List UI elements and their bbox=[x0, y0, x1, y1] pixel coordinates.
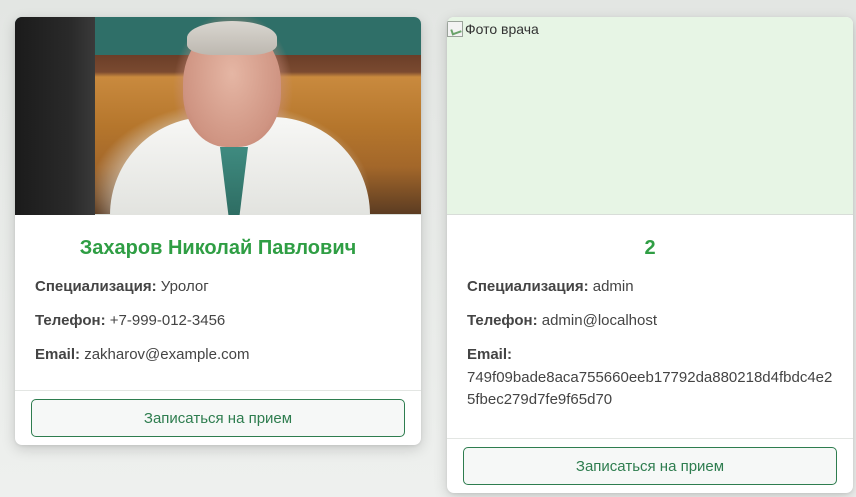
photo-alt-text: Фото врача bbox=[465, 21, 539, 37]
photo-alt: Фото врача bbox=[447, 21, 539, 37]
book-appointment-button[interactable]: Записаться на прием bbox=[31, 399, 405, 437]
specialization-value: Уролог bbox=[160, 278, 209, 295]
doctor-name: 2 bbox=[644, 237, 656, 259]
doctor-card: Фото врача 2 Специализация: admin Телефо… bbox=[447, 17, 853, 493]
broken-image-icon bbox=[447, 21, 463, 37]
specialization-label: Специализация: bbox=[35, 278, 157, 295]
doctor-card: Захаров Николай Павлович Специализация: … bbox=[15, 17, 421, 445]
doctor-list: Захаров Николай Павлович Специализация: … bbox=[0, 0, 856, 497]
email-value: 749f09bade8aca755660eeb17792da880218d4fb… bbox=[467, 369, 833, 408]
specialization-label: Специализация: bbox=[467, 278, 589, 295]
phone-value: +7-999-012-3456 bbox=[109, 312, 226, 329]
book-appointment-button[interactable]: Записаться на прием bbox=[463, 447, 837, 485]
doctor-name: Захаров Николай Павлович bbox=[79, 237, 357, 259]
specialization-value: admin bbox=[592, 278, 634, 295]
doctor-card-body: Захаров Николай Павлович Специализация: … bbox=[15, 215, 421, 390]
phone-label: Телефон: bbox=[467, 312, 538, 329]
doctor-phone: Телефон: +7-999-012-3456 bbox=[35, 311, 401, 331]
doctor-card-footer: Записаться на прием bbox=[447, 438, 853, 493]
doctor-email: Email: 749f09bade8aca755660eeb17792da880… bbox=[467, 345, 833, 411]
doctor-card-body: 2 Специализация: admin Телефон: admin@lo… bbox=[447, 215, 853, 438]
doctor-photo-broken: Фото врача bbox=[447, 17, 853, 215]
email-label: Email: bbox=[35, 346, 81, 363]
doctor-specialization: Специализация: Уролог bbox=[35, 277, 401, 297]
email-value: zakharov@example.com bbox=[84, 346, 250, 363]
email-label: Email: bbox=[467, 346, 513, 363]
photo-hair bbox=[187, 21, 277, 55]
doctor-photo bbox=[15, 17, 421, 215]
phone-label: Телефон: bbox=[35, 312, 106, 329]
doctor-email: Email: zakharov@example.com bbox=[35, 345, 401, 365]
photo-bookshelf bbox=[15, 17, 95, 215]
doctor-phone: Телефон: admin@localhost bbox=[467, 311, 833, 331]
doctor-specialization: Специализация: admin bbox=[467, 277, 833, 297]
doctor-card-footer: Записаться на прием bbox=[15, 390, 421, 445]
phone-value: admin@localhost bbox=[541, 312, 658, 329]
